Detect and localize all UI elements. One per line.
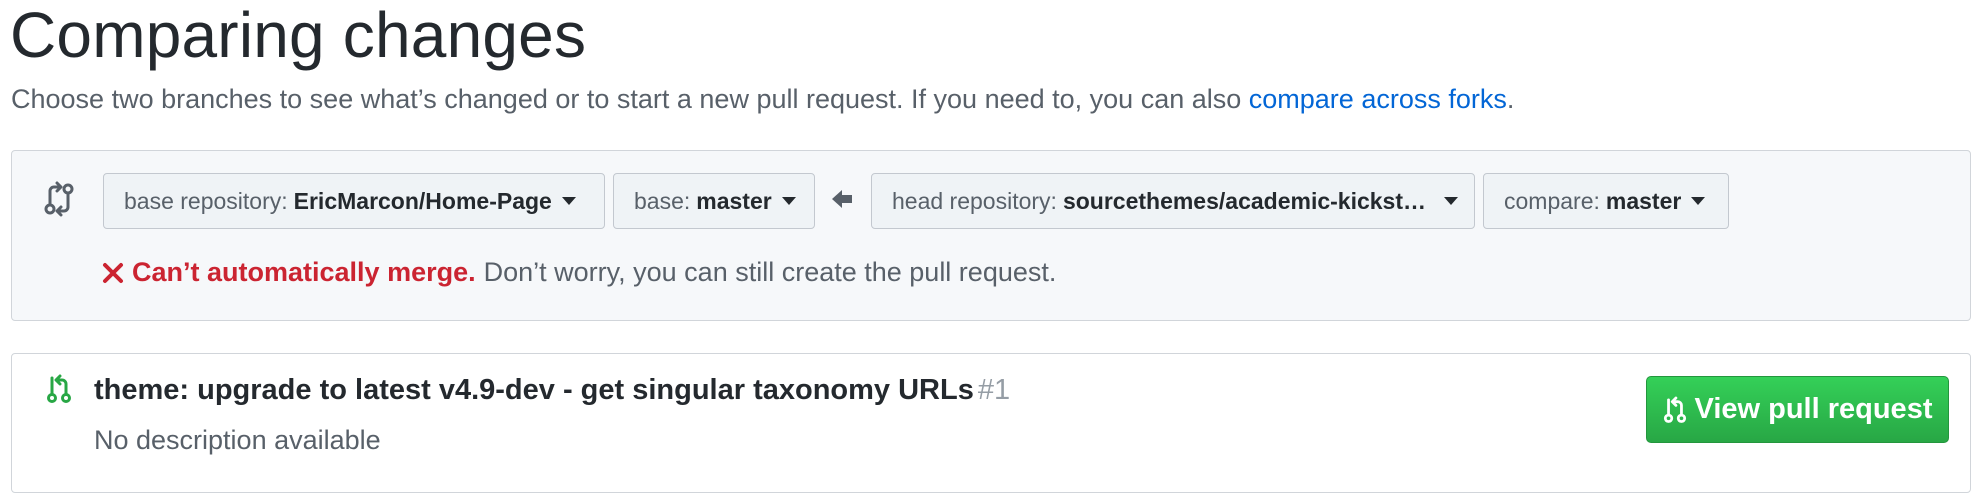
base-branch-label: base: — [634, 187, 691, 214]
pull-request-title[interactable]: theme: upgrade to latest v4.9-dev - get … — [94, 374, 1010, 407]
base-branch-select[interactable]: base: master — [613, 173, 815, 229]
page-title: Comparing changes — [10, 0, 587, 71]
chevron-down-icon — [1691, 197, 1706, 205]
subtitle-end: . — [1506, 84, 1515, 114]
merge-status-message: Don’t worry, you can still create the pu… — [483, 257, 1057, 287]
existing-pull-request: theme: upgrade to latest v4.9-dev - get … — [11, 353, 1971, 493]
base-repository-select[interactable]: base repository: EricMarcon/Home-Page — [103, 173, 605, 229]
head-repository-select[interactable]: head repository: sourcethemes/academic-ki… — [871, 173, 1475, 229]
compare-across-forks-link[interactable]: compare across forks — [1249, 84, 1507, 114]
git-pull-request-icon — [1663, 396, 1686, 423]
arrow-left-icon — [832, 190, 852, 208]
compare-branch-select[interactable]: compare: master — [1483, 173, 1729, 229]
merge-status-text: Can’t automatically merge. — [132, 257, 476, 287]
pull-request-number: #1 — [977, 374, 1011, 406]
view-pull-request-button[interactable]: View pull request — [1646, 376, 1949, 443]
head-repository-value: sourcethemes/academic-kickst… — [1062, 187, 1427, 214]
range-editor: base repository: EricMarcon/Home-Page bas… — [11, 150, 1971, 321]
compare-branch-value: master — [1605, 187, 1682, 214]
chevron-down-icon — [781, 197, 796, 205]
subtitle-text: Choose two branches to see what’s change… — [11, 84, 1249, 114]
chevron-down-icon — [561, 197, 576, 205]
pull-request-description: No description available — [94, 425, 381, 455]
base-repository-value: EricMarcon/Home-Page — [293, 187, 552, 214]
pull-request-title-text: theme: upgrade to latest v4.9-dev - get … — [94, 374, 974, 406]
git-compare-icon — [44, 181, 74, 217]
x-icon — [103, 262, 123, 283]
compare-branch-label: compare: — [1504, 187, 1600, 214]
git-pull-request-icon — [47, 374, 71, 403]
chevron-down-icon — [1444, 197, 1459, 205]
base-branch-value: master — [696, 187, 772, 214]
base-repository-label: base repository: — [124, 187, 288, 214]
page-subtitle: Choose two branches to see what’s change… — [11, 84, 1514, 115]
head-repository-label: head repository: — [892, 187, 1057, 214]
view-pull-request-label: View pull request — [1694, 393, 1933, 425]
merge-status: Can’t automatically merge. Don’t worry, … — [102, 257, 1056, 288]
